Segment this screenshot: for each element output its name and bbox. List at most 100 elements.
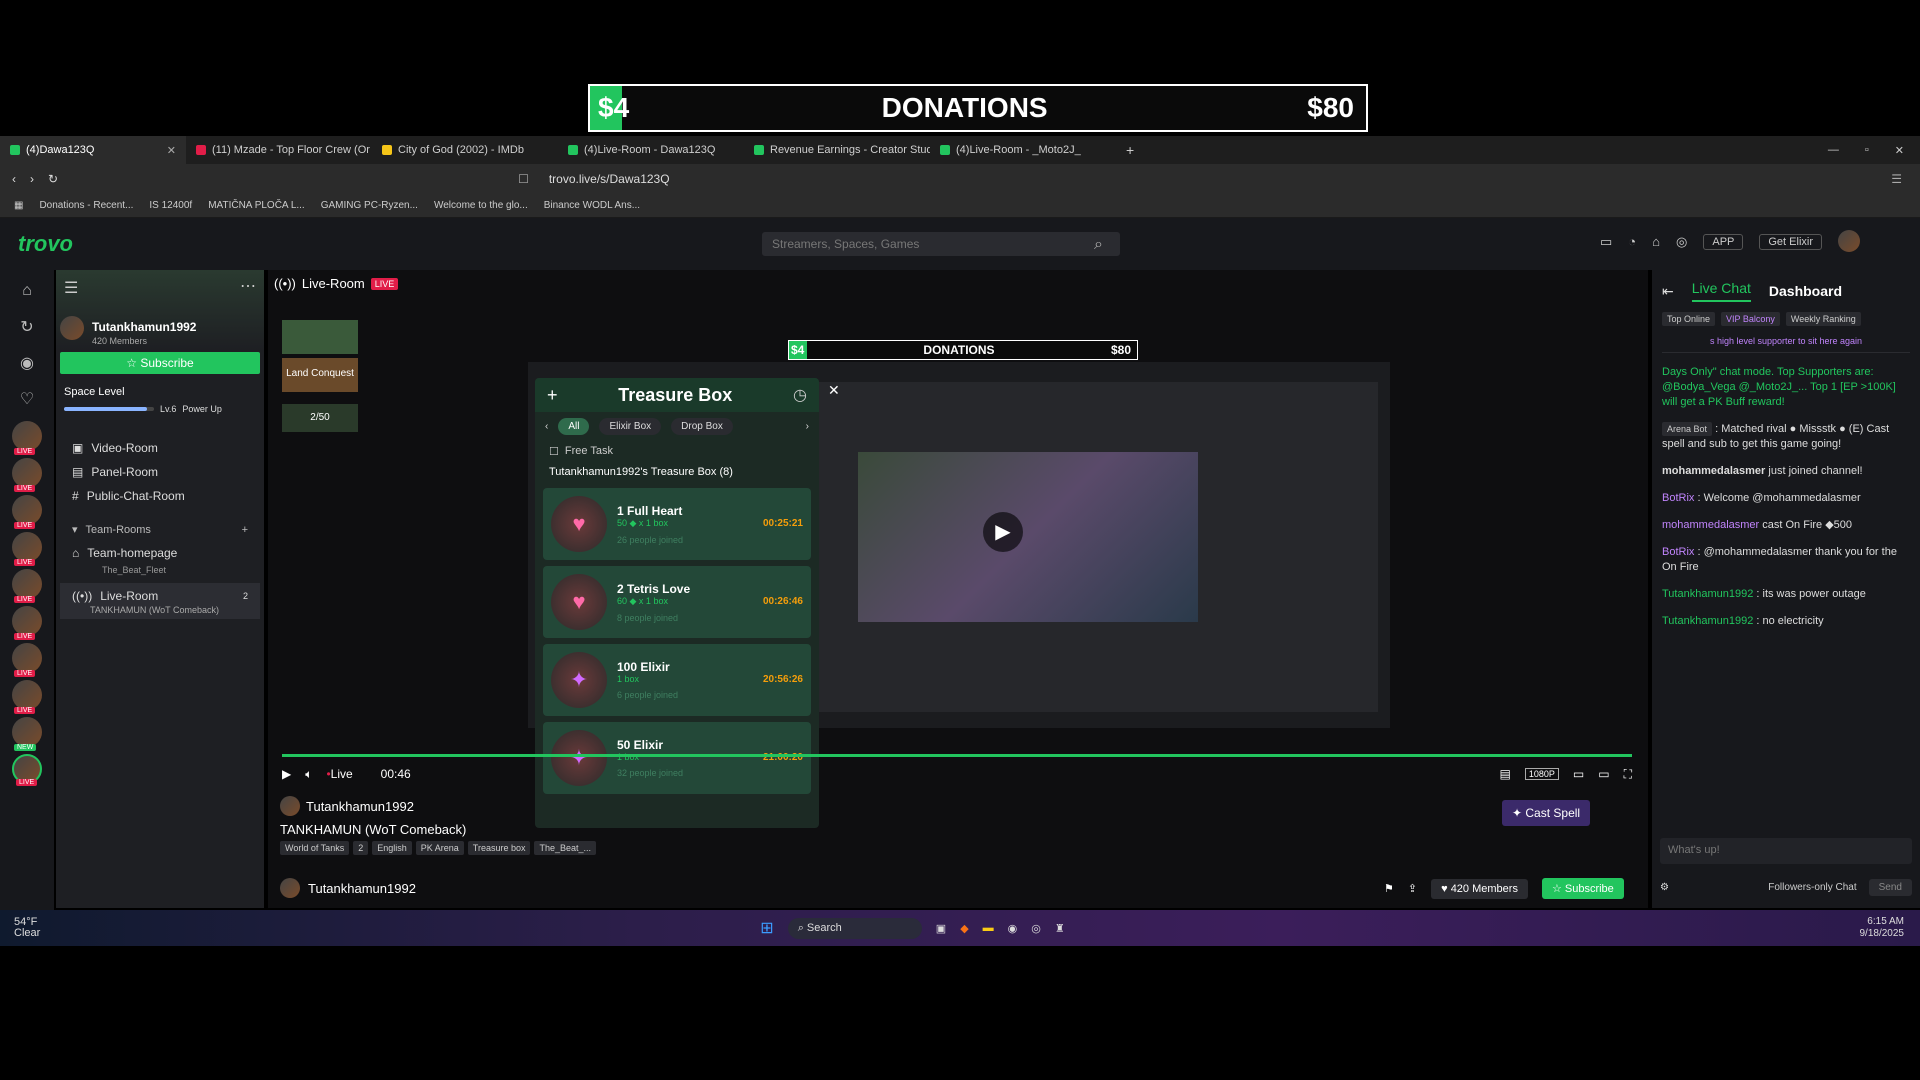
free-task-row[interactable]: ☐ Free Task xyxy=(535,441,819,462)
tab-dashboard[interactable]: Dashboard xyxy=(1769,283,1842,299)
followed-channel-avatar[interactable]: LIVE xyxy=(12,458,42,492)
home-icon[interactable]: ⌂ xyxy=(12,276,42,306)
tag[interactable]: 2 xyxy=(353,841,369,855)
app-icon[interactable]: ♜ xyxy=(1055,922,1065,935)
subtab-vip-balcony[interactable]: VIP Balcony xyxy=(1721,312,1780,326)
current-channel-avatar[interactable]: LIVE xyxy=(12,754,42,786)
filter-drop-box[interactable]: Drop Box xyxy=(671,418,733,435)
bookmark-item[interactable]: IS 12400f xyxy=(149,200,192,211)
minimize-icon[interactable]: — xyxy=(1828,144,1839,157)
pip-icon[interactable]: ▭ xyxy=(1573,767,1584,781)
obs-icon[interactable]: ◉ xyxy=(1008,922,1018,935)
tag[interactable]: Treasure box xyxy=(467,841,531,855)
new-tab-button[interactable]: + xyxy=(1116,142,1144,158)
report-icon[interactable]: ⚑ xyxy=(1384,882,1394,895)
bookmark-item[interactable]: GAMING PC-Ryzen... xyxy=(321,200,418,211)
add-icon[interactable]: + xyxy=(547,385,558,406)
followed-channel-avatar[interactable]: NEW xyxy=(12,717,42,751)
live-room-item[interactable]: ((•)) Live-Room 2 TANKHAMUN (WoT Comeback) xyxy=(60,583,260,619)
tag[interactable]: English xyxy=(372,841,412,855)
clock[interactable]: 6:15 AM 9/18/2025 xyxy=(1860,916,1905,940)
tag[interactable]: World of Tanks xyxy=(280,841,350,855)
send-button[interactable]: Send xyxy=(1868,879,1912,896)
url-field[interactable]: trovo.live/s/Dawa123Q xyxy=(549,172,670,186)
maximize-icon[interactable]: ▫ xyxy=(1865,144,1869,157)
collapse-icon[interactable]: ☰ xyxy=(64,278,78,298)
close-tab-icon[interactable]: ✕ xyxy=(167,144,176,157)
following-icon[interactable]: ↻ xyxy=(12,312,42,342)
followed-channel-avatar[interactable]: LIVE xyxy=(12,643,42,677)
settings-icon[interactable]: ⚙ xyxy=(1660,882,1669,893)
bookmark-item[interactable]: Binance WODL Ans... xyxy=(544,200,640,211)
danmaku-icon[interactable]: ▤ xyxy=(1500,767,1511,781)
chat-user[interactable]: Tutankhamun1992 xyxy=(1662,615,1753,627)
bell-icon[interactable]: ◔ xyxy=(1628,234,1636,250)
theater-icon[interactable]: ▭ xyxy=(1598,767,1609,781)
close-icon[interactable]: ✕ xyxy=(828,382,840,399)
subtab-weekly-ranking[interactable]: Weekly Ranking xyxy=(1785,312,1861,326)
gift-icon[interactable]: ⌂ xyxy=(1652,234,1660,250)
profile-icon[interactable]: ◉ xyxy=(12,348,42,378)
streamer-avatar[interactable] xyxy=(280,878,300,898)
apps-icon[interactable]: ▦ xyxy=(14,200,23,211)
weather-widget[interactable]: 54°F Clear xyxy=(14,917,40,939)
forward-icon[interactable]: › xyxy=(30,172,34,186)
followed-channel-avatar[interactable]: LIVE xyxy=(12,606,42,640)
browser-tab[interactable]: (4)Live-Room - Dawa123Q xyxy=(558,136,744,164)
bookmark-item[interactable]: MATIČNA PLOČA L... xyxy=(208,200,305,211)
streamer-avatar[interactable] xyxy=(280,796,300,816)
task-view-icon[interactable]: ▣ xyxy=(936,922,946,935)
checkbox[interactable]: ☐ xyxy=(549,445,559,458)
play-icon[interactable]: ▶ xyxy=(282,767,291,781)
windows-start-icon[interactable]: ⊞ xyxy=(760,918,773,938)
browser-tab[interactable]: Revenue Earnings - Creator Studio xyxy=(744,136,930,164)
user-avatar[interactable] xyxy=(1838,230,1860,252)
playback-progress[interactable] xyxy=(282,754,1632,757)
menu-panel-room[interactable]: ▤ Panel-Room xyxy=(56,460,264,484)
power-up-link[interactable]: Power Up xyxy=(182,404,222,414)
close-window-icon[interactable]: ✕ xyxy=(1895,144,1904,157)
back-icon[interactable]: ‹ xyxy=(12,172,16,186)
app-icon[interactable]: ◎ xyxy=(1031,922,1041,935)
followed-channel-avatar[interactable]: LIVE xyxy=(12,421,42,455)
space-name[interactable]: Tutankhamun1992 xyxy=(92,320,196,334)
browser-tab[interactable]: City of God (2002) - IMDb xyxy=(372,136,558,164)
chevron-left-icon[interactable]: ‹ xyxy=(545,421,548,432)
subscribe-button[interactable]: ☆ Subscribe xyxy=(1541,878,1624,899)
menu-video-room[interactable]: ▣ Video-Room xyxy=(56,436,264,460)
streamer-name[interactable]: Tutankhamun1992 xyxy=(306,799,414,814)
add-icon[interactable]: + xyxy=(242,524,248,536)
app-button[interactable]: APP xyxy=(1703,234,1744,250)
chat-user[interactable]: BotRix xyxy=(1662,492,1694,504)
globe-icon[interactable]: ◎ xyxy=(1676,234,1687,250)
followed-channel-avatar[interactable]: LIVE xyxy=(12,495,42,529)
followers-only-label[interactable]: Followers-only Chat xyxy=(1768,882,1856,893)
browser-tab[interactable]: (11) Mzade - Top Floor Crew (Or xyxy=(186,136,372,164)
search-icon[interactable]: ⌕ xyxy=(1094,236,1103,254)
reload-icon[interactable]: ↻ xyxy=(48,172,58,186)
streamer-name[interactable]: Tutankhamun1992 xyxy=(308,881,416,896)
get-elixir-button[interactable]: Get Elixir xyxy=(1759,234,1822,250)
treasure-item[interactable]: ✦ 100 Elixir 1 box 6 people joined 20:56:2… xyxy=(543,644,811,716)
tag[interactable]: The_Beat_... xyxy=(534,841,597,855)
vip-promo[interactable]: s high level supporter to sit here again xyxy=(1662,336,1910,353)
play-icon[interactable]: ▶ xyxy=(983,512,1023,552)
browser-tab[interactable]: (4)Live-Room - _Moto2J_ xyxy=(930,136,1116,164)
progress-widget[interactable]: 2/50 xyxy=(282,404,358,432)
tag[interactable]: PK Arena xyxy=(415,841,464,855)
favorites-icon[interactable]: ♡ xyxy=(12,384,42,414)
fullscreen-icon[interactable]: ⛶ xyxy=(1624,767,1632,782)
history-icon[interactable]: ◷ xyxy=(793,385,807,405)
treasure-item[interactable]: ♥ 1 Full Heart 50 ◆ x 1 box 26 people join… xyxy=(543,488,811,560)
chat-user[interactable]: Arena Bot xyxy=(1662,422,1713,436)
message-icon[interactable]: ▭ xyxy=(1600,234,1612,250)
subtab-top-online[interactable]: Top Online xyxy=(1662,312,1716,326)
menu-public-chat-room[interactable]: # Public-Chat-Room xyxy=(56,484,264,508)
volume-icon[interactable]: 🔈︎ xyxy=(305,767,312,782)
filter-elixir-box[interactable]: Elixir Box xyxy=(599,418,662,435)
space-subscribe-button[interactable]: ☆ Subscribe xyxy=(60,352,260,374)
share-icon[interactable]: ⇪ xyxy=(1408,882,1417,895)
more-icon[interactable]: ⋯ xyxy=(240,276,256,296)
chat-user[interactable]: Tutankhamun1992 xyxy=(1662,588,1753,600)
followed-channel-avatar[interactable]: LIVE xyxy=(12,532,42,566)
